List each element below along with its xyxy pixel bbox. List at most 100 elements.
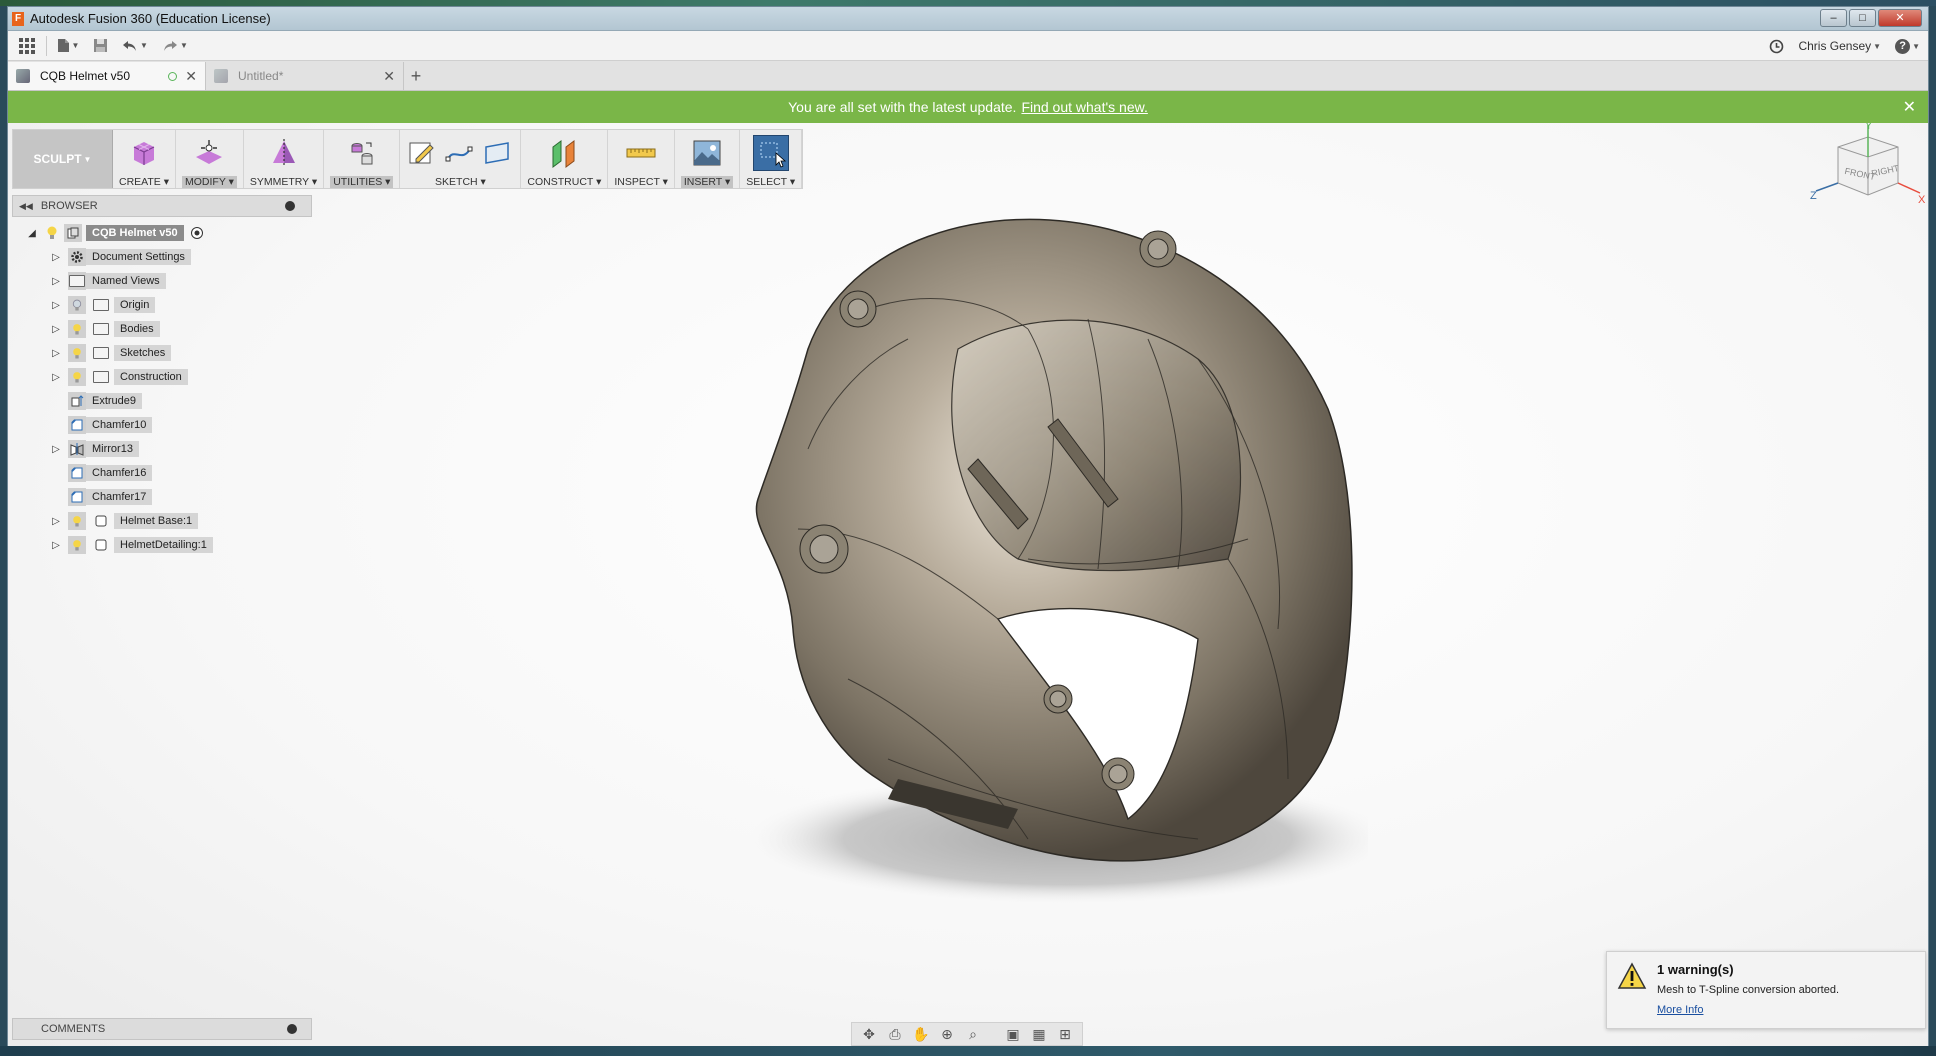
tree-node-label: Mirror13 (86, 441, 139, 457)
file-menu-button[interactable]: ▼ (51, 34, 85, 58)
tree-node-sketches[interactable]: ▷ Sketches (12, 341, 312, 365)
tree-node-bodies[interactable]: ▷ Bodies (12, 317, 312, 341)
save-button[interactable] (85, 34, 115, 58)
sketch-group[interactable]: SKETCH ▾ (400, 130, 522, 188)
quick-access-toolbar: ▼ ▼ ▼ Chris Gensey ▼ ? ▼ (8, 31, 1928, 61)
expand-triangle-icon[interactable]: ▷ (50, 324, 62, 335)
add-comment-icon[interactable] (287, 1024, 297, 1034)
tree-node-label: Named Views (86, 273, 166, 289)
create-sketch-icon (409, 142, 435, 164)
utilities-group[interactable]: UTILITIES ▾ (324, 130, 401, 188)
construct-group[interactable]: CONSTRUCT ▾ (521, 130, 609, 188)
tree-node-origin[interactable]: ▷ Origin (12, 293, 312, 317)
tree-node-chamfer10[interactable]: Chamfer10 (12, 413, 312, 437)
tree-node-helmet-detailing[interactable]: ▷ HelmetDetailing:1 (12, 533, 312, 557)
display-settings-icon[interactable]: ▣ (1002, 1025, 1024, 1043)
zoom-icon[interactable]: ⊕ (936, 1025, 958, 1043)
redo-icon (164, 40, 178, 51)
symmetry-group[interactable]: SYMMETRY ▾ (244, 130, 325, 188)
helmet-model[interactable] (728, 199, 1368, 919)
lightbulb-icon[interactable] (68, 344, 86, 362)
offset-plane-icon (552, 140, 575, 168)
browser-header[interactable]: ◀◀ BROWSER (12, 195, 312, 217)
look-at-icon[interactable]: ⎙ (884, 1025, 906, 1043)
insert-group[interactable]: INSERT ▾ (675, 130, 741, 188)
undo-button[interactable]: ▼ (115, 34, 155, 58)
tree-node-chamfer16[interactable]: Chamfer16 (12, 461, 312, 485)
workspace-switcher[interactable]: SCULPT ▼ (13, 130, 113, 188)
redo-button[interactable]: ▼ (155, 34, 195, 58)
pan-icon[interactable]: ✋ (910, 1025, 932, 1043)
close-tab-button[interactable]: ✕ (383, 68, 395, 85)
select-group[interactable]: SELECT ▾ (740, 130, 803, 188)
maximize-button[interactable]: □ (1849, 9, 1876, 27)
tree-node-extrude9[interactable]: Extrude9 (12, 389, 312, 413)
document-tab-bar: CQB Helmet v50 ✕ Untitled* ✕ + (8, 61, 1928, 91)
lightbulb-icon[interactable] (68, 368, 86, 386)
clock-icon (1770, 39, 1784, 53)
user-menu-button[interactable]: Chris Gensey ▼ (1798, 34, 1881, 58)
pin-icon[interactable] (285, 201, 295, 211)
expand-triangle-icon[interactable]: ▷ (50, 276, 62, 287)
undo-icon (123, 40, 137, 51)
folder-icon (92, 368, 110, 386)
comments-panel[interactable]: COMMENTS (12, 1018, 312, 1040)
tree-node-document-settings[interactable]: ▷ Document Settings (12, 245, 312, 269)
orbit-icon[interactable]: ✥ (858, 1025, 880, 1043)
minimize-button[interactable]: – (1820, 9, 1847, 27)
sync-status-icon (168, 71, 177, 81)
lightbulb-off-icon[interactable] (68, 296, 86, 314)
tab-label: Untitled* (238, 69, 284, 83)
expand-triangle-icon[interactable]: ▷ (50, 372, 62, 383)
expand-triangle-icon[interactable]: ▷ (50, 540, 62, 551)
chevron-down-icon: ▾ (228, 176, 234, 188)
tree-node-helmet-base[interactable]: ▷ Helmet Base:1 (12, 509, 312, 533)
chevron-down-icon: ▾ (662, 176, 668, 188)
create-group[interactable]: CREATE ▾ (113, 130, 177, 188)
edit-form-icon (196, 140, 223, 164)
expand-triangle-icon[interactable]: ▷ (50, 516, 62, 527)
symmetry-icon (272, 139, 295, 167)
job-status-button[interactable] (1769, 34, 1784, 58)
help-button[interactable]: ? ▼ (1895, 34, 1920, 58)
tree-node-root[interactable]: ◢ CQB Helmet v50 (12, 221, 312, 245)
expand-triangle-icon[interactable]: ▷ (50, 300, 62, 311)
tree-node-label: Chamfer17 (86, 489, 153, 505)
data-panel-button[interactable] (12, 34, 42, 58)
canvas-image-icon (693, 140, 721, 166)
close-banner-button[interactable]: ✕ (1903, 97, 1916, 117)
activate-radio-icon[interactable] (190, 226, 204, 240)
new-tab-button[interactable]: + (404, 62, 428, 90)
whats-new-link[interactable]: Find out what's new. (1021, 99, 1147, 115)
modify-group[interactable]: MODIFY ▾ (176, 130, 244, 188)
tab-untitled[interactable]: Untitled* ✕ (206, 62, 404, 90)
more-info-link[interactable]: More Info (1657, 1004, 1703, 1016)
collapse-triangle-icon[interactable]: ◢ (26, 228, 38, 239)
inspect-group[interactable]: INSPECT ▾ (608, 130, 675, 188)
lightbulb-icon[interactable] (46, 226, 58, 240)
tree-node-construction[interactable]: ▷ Construction (12, 365, 312, 389)
view-cube[interactable]: FRONT RIGHT Y X Z (1810, 123, 1926, 221)
collapse-panel-icon[interactable]: ◀◀ (19, 201, 33, 212)
lightbulb-icon[interactable] (68, 512, 86, 530)
tree-node-mirror13[interactable]: ▷ Mirror13 (12, 437, 312, 461)
file-icon (57, 39, 69, 52)
tab-cqb-helmet[interactable]: CQB Helmet v50 ✕ (8, 62, 206, 90)
close-tab-button[interactable]: ✕ (185, 68, 197, 85)
grid-settings-icon[interactable]: ▦ (1028, 1025, 1050, 1043)
canvas-viewport[interactable]: SCULPT ▼ CREATE ▾ MODIFY ▾ SYMMETRY ▾ UT… (8, 123, 1928, 1047)
browser-title: BROWSER (40, 200, 98, 212)
expand-triangle-icon[interactable]: ▷ (50, 348, 62, 359)
close-window-button[interactable]: ✕ (1878, 9, 1922, 27)
tree-node-chamfer17[interactable]: Chamfer17 (12, 485, 312, 509)
browser-panel: ◀◀ BROWSER ◢ CQB Helmet v50 ▷ Document S… (12, 195, 312, 557)
lightbulb-icon[interactable] (68, 320, 86, 338)
tree-node-label: Bodies (114, 321, 160, 337)
viewports-icon[interactable]: ⊞ (1054, 1025, 1076, 1043)
expand-triangle-icon[interactable]: ▷ (50, 444, 62, 455)
workspace-label: SCULPT (33, 152, 82, 166)
lightbulb-icon[interactable] (68, 536, 86, 554)
expand-triangle-icon[interactable]: ▷ (50, 252, 62, 263)
tree-node-named-views[interactable]: ▷ Named Views (12, 269, 312, 293)
fit-icon[interactable]: ⌕ (962, 1025, 984, 1043)
